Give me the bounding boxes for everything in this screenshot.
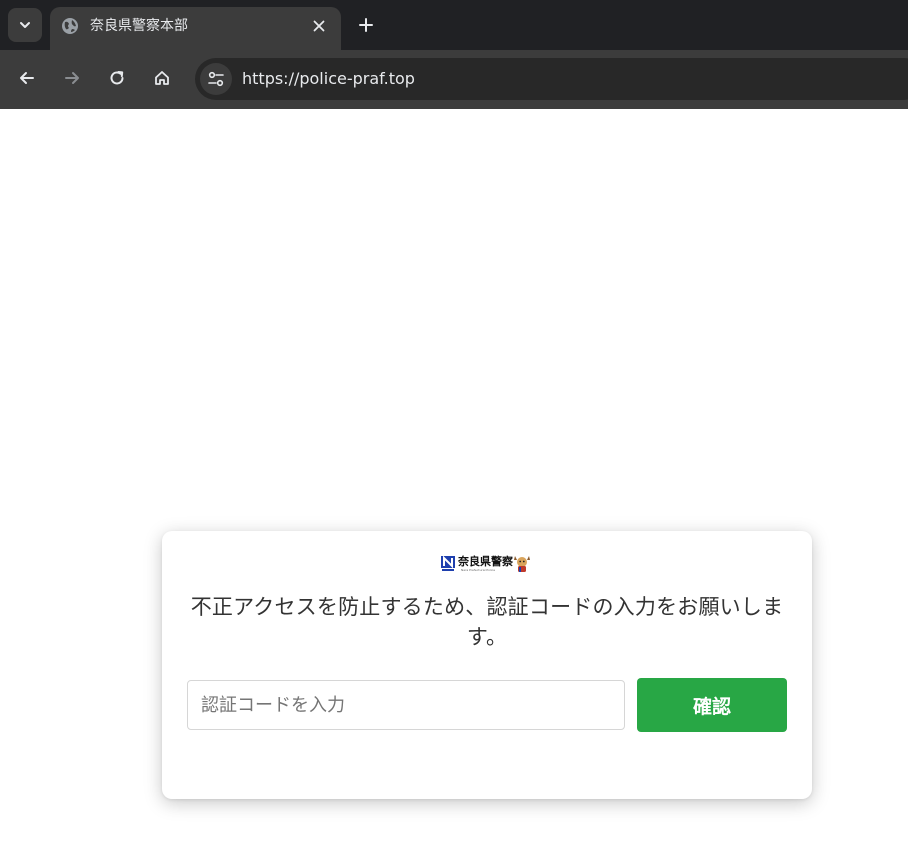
verification-message: 不正アクセスを防止するため、認証コードの入力をお願いします。 xyxy=(190,595,784,649)
nara-police-logo: 奈良県警察 Nara Prefectural Police xyxy=(441,554,533,574)
confirm-button[interactable]: 確認 xyxy=(637,678,787,732)
tab-strip: 奈良県警察本部 xyxy=(0,0,908,50)
close-icon xyxy=(313,20,325,32)
url-text[interactable]: https://police-praf.top xyxy=(242,68,415,90)
logo-subtitle: Nara Prefectural Police xyxy=(461,568,496,572)
tab-search-button[interactable] xyxy=(8,8,42,42)
back-button[interactable] xyxy=(13,64,41,92)
police-emblem-icon xyxy=(441,556,455,571)
logo-text: 奈良県警察 xyxy=(458,555,513,568)
mascot-icon xyxy=(514,556,530,572)
home-button[interactable] xyxy=(148,64,176,92)
browser-toolbar: https://police-praf.top xyxy=(0,50,908,109)
home-icon xyxy=(155,71,169,85)
page-viewport: 奈良県警察 Nara Prefectural Police 不正アクセスを防止す… xyxy=(0,109,908,853)
forward-button[interactable] xyxy=(58,64,86,92)
site-info-button[interactable] xyxy=(200,63,232,95)
arrow-left-icon xyxy=(20,72,34,84)
tab-title: 奈良県警察本部 xyxy=(90,18,188,34)
globe-icon xyxy=(62,18,78,34)
verification-card: 奈良県警察 Nara Prefectural Police 不正アクセスを防止す… xyxy=(162,531,812,799)
tune-icon xyxy=(208,71,224,87)
reload-button[interactable] xyxy=(103,64,131,92)
close-tab-button[interactable] xyxy=(308,15,330,37)
browser-tab[interactable]: 奈良県警察本部 xyxy=(50,7,341,50)
reload-icon xyxy=(110,71,124,85)
new-tab-button[interactable] xyxy=(352,11,380,39)
address-bar[interactable]: https://police-praf.top xyxy=(195,58,908,100)
verification-code-input[interactable] xyxy=(187,680,625,730)
arrow-right-icon xyxy=(65,72,79,84)
plus-icon xyxy=(359,18,373,32)
chevron-down-icon xyxy=(20,22,30,28)
